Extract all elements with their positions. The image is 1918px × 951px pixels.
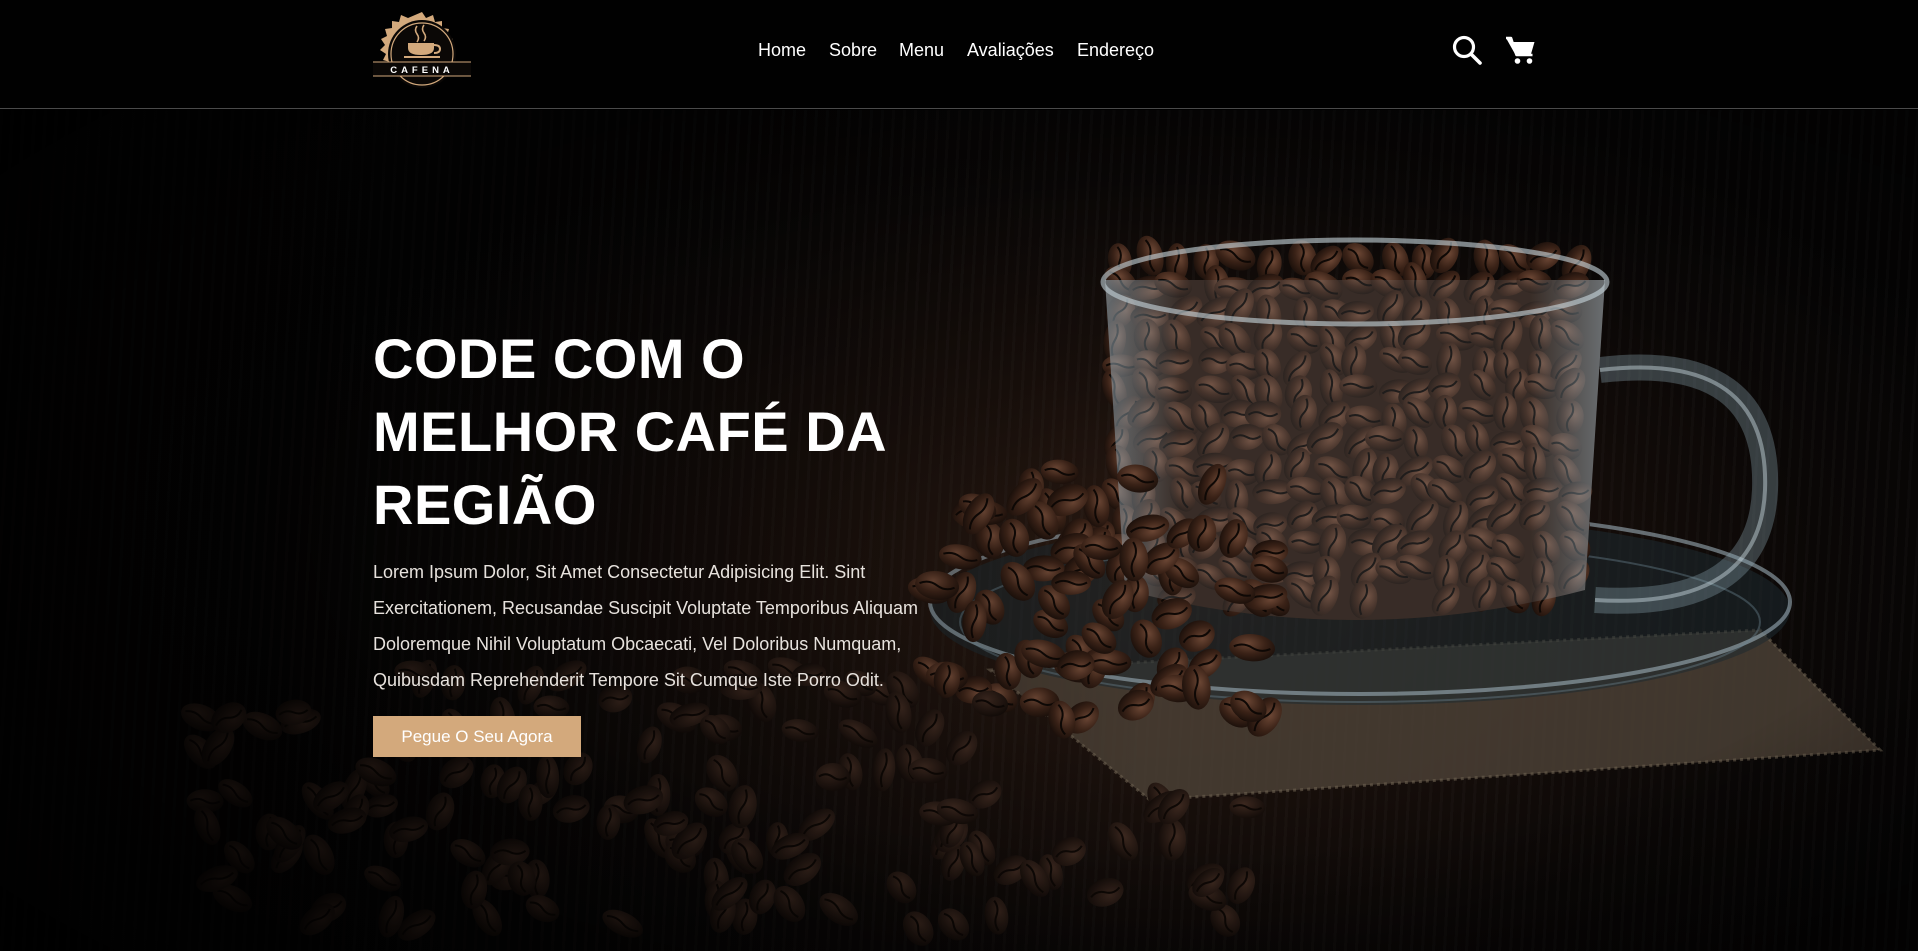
hero-section: CODE COM O MELHOR CAFÉ DA REGIÃO Lorem I…: [0, 110, 1918, 951]
nav-avaliacoes[interactable]: Avaliações: [967, 40, 1054, 61]
logo-text: CAFENA: [390, 65, 454, 76]
site-header: CAFENA Home Sobre Menu Avaliações Endere…: [0, 0, 1918, 109]
hero-title-line: REGIÃO: [373, 473, 597, 536]
hero-title-line: MELHOR CAFÉ DA: [373, 400, 888, 463]
nav-menu[interactable]: Menu: [899, 40, 944, 61]
search-icon[interactable]: [1451, 34, 1483, 66]
cta-button[interactable]: Pegue O Seu Agora: [373, 716, 581, 757]
main-nav: Home Sobre Menu Avaliações Endereço: [0, 40, 1918, 66]
hero-title-line: CODE COM O: [373, 327, 746, 390]
hero-description: Lorem Ipsum Dolor, Sit Amet Consectetur …: [373, 562, 918, 690]
nav-endereco[interactable]: Endereço: [1077, 40, 1154, 61]
nav-home[interactable]: Home: [758, 40, 806, 61]
nav-sobre[interactable]: Sobre: [829, 40, 877, 61]
cart-icon[interactable]: [1505, 34, 1537, 66]
hero-coffee-image: [0, 110, 1918, 951]
hero-title: CODE COM O MELHOR CAFÉ DA REGIÃO: [373, 322, 933, 541]
